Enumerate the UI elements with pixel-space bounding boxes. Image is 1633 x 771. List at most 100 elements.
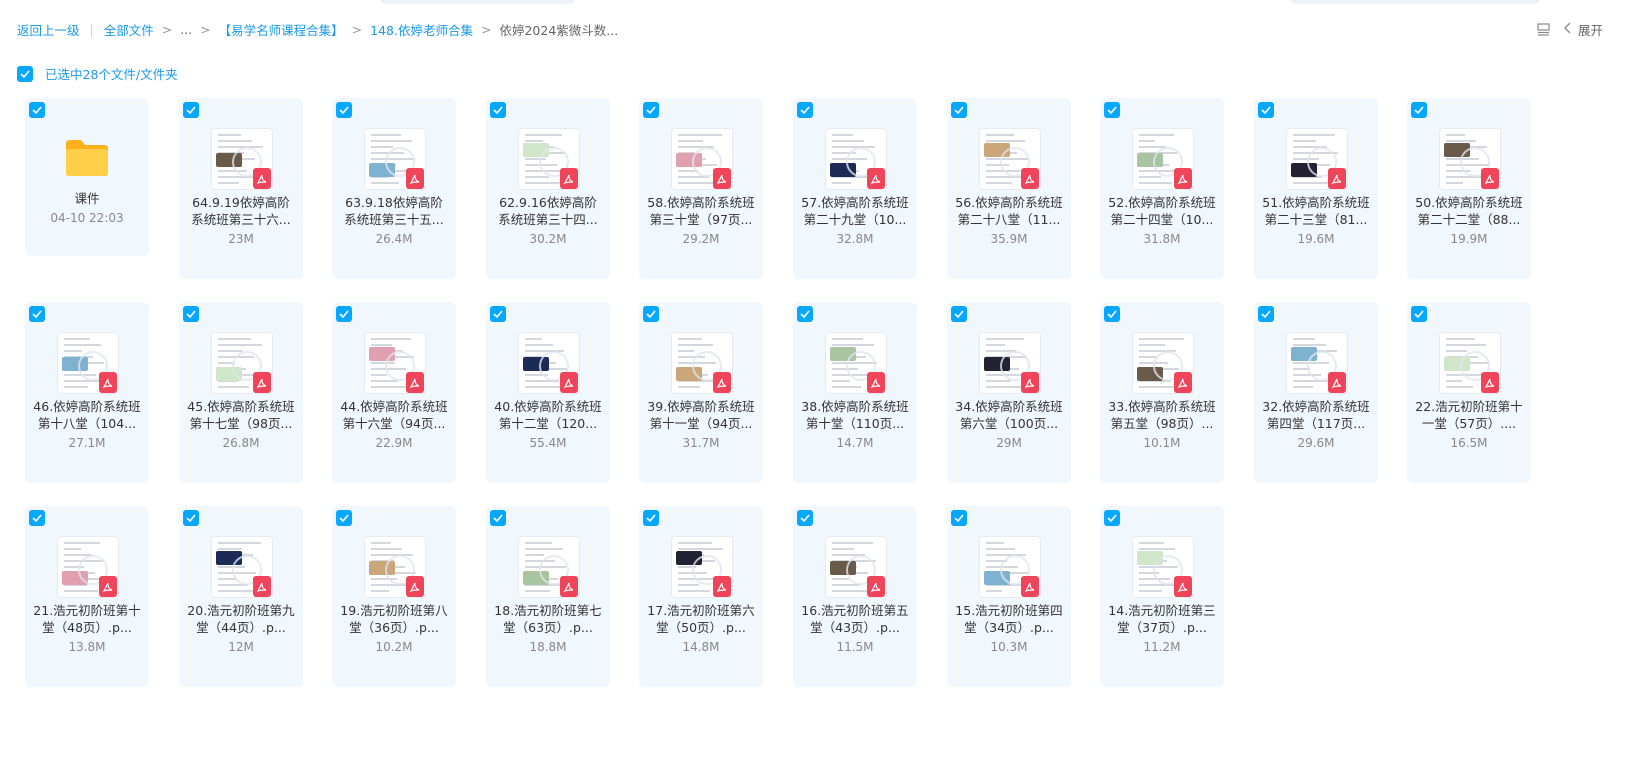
file-size: 18.8M xyxy=(529,640,567,654)
file-item[interactable]: 63.9.18依婷高阶系统班第三十五... 26.4M xyxy=(332,98,456,279)
file-item[interactable]: 64.9.19依婷高阶系统班第三十六... 23M xyxy=(179,98,303,279)
breadcrumb-ellipsis[interactable]: ... xyxy=(180,22,192,37)
file-item[interactable]: 62.9.16依婷高阶系统班第三十四... 30.2M xyxy=(486,98,610,279)
file-item[interactable]: 14.浩元初阶班第三堂（37页）.p... 11.2M xyxy=(1100,506,1224,687)
file-item[interactable]: 58.依婷高阶系统班第三十堂（97页... 29.2M xyxy=(639,98,763,279)
pdf-icon xyxy=(1174,372,1192,393)
file-size: 26.4M xyxy=(375,232,413,246)
file-item[interactable]: 40.依婷高阶系统班第十二堂（120... 55.4M xyxy=(486,302,610,483)
item-checkbox[interactable] xyxy=(29,510,45,526)
file-size: 13.8M xyxy=(68,640,106,654)
file-item[interactable]: 20.浩元初阶班第九堂（44页）.p... 12M xyxy=(179,506,303,687)
file-name: 38.依婷高阶系统班第十堂（110页... xyxy=(801,399,909,431)
file-name: 57.依婷高阶系统班第二十九堂（10... xyxy=(801,195,909,227)
chevron-right-icon: > xyxy=(480,21,492,37)
file-item[interactable]: 56.依婷高阶系统班第二十八堂（11... 35.9M xyxy=(947,98,1071,279)
file-item[interactable]: 44.依婷高阶系统班第十六堂（94页... 22.9M xyxy=(332,302,456,483)
item-checkbox[interactable] xyxy=(951,510,967,526)
file-item[interactable]: 19.浩元初阶班第八堂（36页）.p... 10.2M xyxy=(332,506,456,687)
file-item[interactable]: 51.依婷高阶系统班第二十三堂（81... 19.6M xyxy=(1254,98,1378,279)
item-checkbox[interactable] xyxy=(797,306,813,322)
file-item[interactable]: 50.依婷高阶系统班第二十二堂（88... 19.9M xyxy=(1407,98,1531,279)
breadcrumb-level2[interactable]: 148.依婷老师合集 xyxy=(370,20,473,39)
file-item[interactable]: 17.浩元初阶班第六堂（50页）.p... 14.8M xyxy=(639,506,763,687)
pdf-icon xyxy=(406,372,424,393)
pdf-icon xyxy=(253,372,271,393)
item-checkbox[interactable] xyxy=(490,510,506,526)
file-item[interactable]: 18.浩元初阶班第七堂（63页）.p... 18.8M xyxy=(486,506,610,687)
item-checkbox[interactable] xyxy=(797,510,813,526)
file-item[interactable]: 52.依婷高阶系统班第二十四堂（10... 31.8M xyxy=(1100,98,1224,279)
item-checkbox[interactable] xyxy=(1104,306,1120,322)
file-item[interactable]: 39.依婷高阶系统班第十一堂（94页... 31.7M xyxy=(639,302,763,483)
file-item[interactable]: 57.依婷高阶系统班第二十九堂（10... 32.8M xyxy=(793,98,917,279)
file-item[interactable]: 46.依婷高阶系统班第十八堂（104... 27.1M xyxy=(25,302,149,483)
pdf-icon xyxy=(1021,576,1039,597)
item-checkbox[interactable] xyxy=(1104,510,1120,526)
file-size: 29.2M xyxy=(682,232,720,246)
pdf-icon xyxy=(560,372,578,393)
chevron-left-icon xyxy=(1564,22,1572,37)
pdf-icon xyxy=(406,576,424,597)
item-checkbox[interactable] xyxy=(183,102,199,118)
back-link[interactable]: 返回上一级 xyxy=(17,20,80,39)
file-size: 11.5M xyxy=(836,640,874,654)
item-checkbox[interactable] xyxy=(336,306,352,322)
item-checkbox[interactable] xyxy=(1104,102,1120,118)
item-checkbox[interactable] xyxy=(951,102,967,118)
item-checkbox[interactable] xyxy=(1411,306,1427,322)
file-item[interactable]: 22.浩元初阶班第十一堂（57页）.... 16.5M xyxy=(1407,302,1531,483)
file-name: 21.浩元初阶班第十堂（48页）.p... xyxy=(33,603,141,635)
selection-count: 已选中28个文件/文件夹 xyxy=(45,67,178,82)
breadcrumb-level1[interactable]: 【易学名师课程合集】 xyxy=(219,20,344,39)
expand-button[interactable]: 展开 xyxy=(1564,20,1603,39)
item-checkbox[interactable] xyxy=(797,102,813,118)
file-item[interactable]: 16.浩元初阶班第五堂（43页）.p... 11.5M xyxy=(793,506,917,687)
file-item[interactable]: 34.依婷高阶系统班第六堂（100页... 29M xyxy=(947,302,1071,483)
item-checkbox[interactable] xyxy=(29,306,45,322)
item-checkbox[interactable] xyxy=(183,510,199,526)
item-checkbox[interactable] xyxy=(183,306,199,322)
file-size: 10.2M xyxy=(375,640,413,654)
pdf-icon xyxy=(406,168,424,189)
item-checkbox[interactable] xyxy=(1258,306,1274,322)
item-checkbox[interactable] xyxy=(643,102,659,118)
breadcrumb-all-files[interactable]: 全部文件 xyxy=(104,20,154,39)
breadcrumb-current: 依婷2024紫微斗数... xyxy=(499,22,619,38)
pdf-icon xyxy=(99,372,117,393)
file-item[interactable]: 21.浩元初阶班第十堂（48页）.p... 13.8M xyxy=(25,506,149,687)
item-checkbox[interactable] xyxy=(490,102,506,118)
pdf-icon xyxy=(867,168,885,189)
pdf-icon xyxy=(1174,168,1192,189)
item-checkbox[interactable] xyxy=(1411,102,1427,118)
file-size: 30.2M xyxy=(529,232,567,246)
item-checkbox[interactable] xyxy=(29,102,45,118)
pdf-icon xyxy=(867,372,885,393)
file-name: 58.依婷高阶系统班第三十堂（97页... xyxy=(647,195,755,227)
file-size: 22.9M xyxy=(375,436,413,450)
item-checkbox[interactable] xyxy=(336,510,352,526)
list-view-icon[interactable] xyxy=(1536,22,1552,38)
file-item[interactable]: 15.浩元初阶班第四堂（34页）.p... 10.3M xyxy=(947,506,1071,687)
file-item[interactable]: 33.依婷高阶系统班第五堂（98页）... 10.1M xyxy=(1100,302,1224,483)
file-name: 56.依婷高阶系统班第二十八堂（11... xyxy=(955,195,1063,227)
folder-item[interactable]: 课件 04-10 22:03 xyxy=(25,98,149,256)
item-checkbox[interactable] xyxy=(951,306,967,322)
file-size: 10.1M xyxy=(1143,436,1181,450)
breadcrumb: 返回上一级 | 全部文件 > ... > 【易学名师课程合集】 > 148.依婷… xyxy=(17,20,618,38)
item-checkbox[interactable] xyxy=(643,510,659,526)
select-all-checkbox[interactable] xyxy=(17,65,33,82)
file-name: 15.浩元初阶班第四堂（34页）.p... xyxy=(955,603,1063,635)
item-checkbox[interactable] xyxy=(490,306,506,322)
file-size: 26.8M xyxy=(222,436,260,450)
item-checkbox[interactable] xyxy=(1258,102,1274,118)
item-checkbox[interactable] xyxy=(643,306,659,322)
file-size: 12M xyxy=(228,640,254,654)
file-item[interactable]: 45.依婷高阶系统班第十七堂（98页... 26.8M xyxy=(179,302,303,483)
file-size: 27.1M xyxy=(68,436,106,450)
item-checkbox[interactable] xyxy=(336,102,352,118)
file-name: 44.依婷高阶系统班第十六堂（94页... xyxy=(340,399,448,431)
file-item[interactable]: 32.依婷高阶系统班第四堂（117页... 29.6M xyxy=(1254,302,1378,483)
file-name: 17.浩元初阶班第六堂（50页）.p... xyxy=(647,603,755,635)
file-item[interactable]: 38.依婷高阶系统班第十堂（110页... 14.7M xyxy=(793,302,917,483)
